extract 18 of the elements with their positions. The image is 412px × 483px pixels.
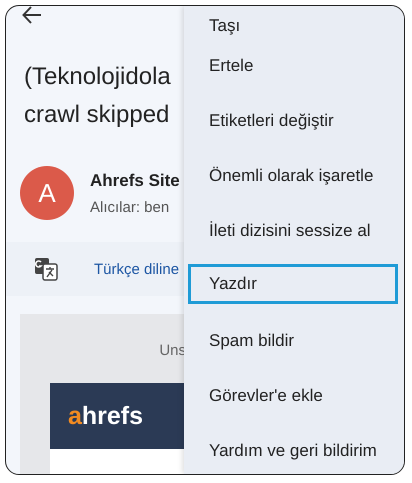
- back-arrow-icon[interactable]: [22, 6, 42, 24]
- translate-link[interactable]: Türkçe diline: [94, 260, 180, 278]
- menu-item[interactable]: Etiketleri değiştir: [188, 99, 398, 154]
- brand-logo: ahrefs: [68, 402, 144, 430]
- recipients-text[interactable]: Alıcılar: ben: [90, 198, 180, 216]
- menu-item[interactable]: Taşı: [188, 6, 398, 44]
- email-subject: (Teknolojidola: [24, 62, 172, 92]
- sender-name: Ahrefs Site: [90, 170, 180, 190]
- menu-item[interactable]: Spam bildir: [188, 319, 398, 374]
- email-subject: crawl skipped: [24, 100, 170, 130]
- menu-item[interactable]: İleti dizisini sessize al: [188, 209, 398, 264]
- menu-item[interactable]: Ertele: [188, 44, 398, 99]
- menu-item[interactable]: Görevler'e ekle: [188, 374, 398, 429]
- menu-item[interactable]: Önemli olarak işaretle: [188, 154, 398, 209]
- avatar: A: [20, 166, 74, 220]
- menu-item[interactable]: Yazdır: [188, 264, 398, 304]
- translate-icon: [34, 257, 58, 281]
- menu-item[interactable]: Yardım ve geri bildirim: [188, 429, 398, 474]
